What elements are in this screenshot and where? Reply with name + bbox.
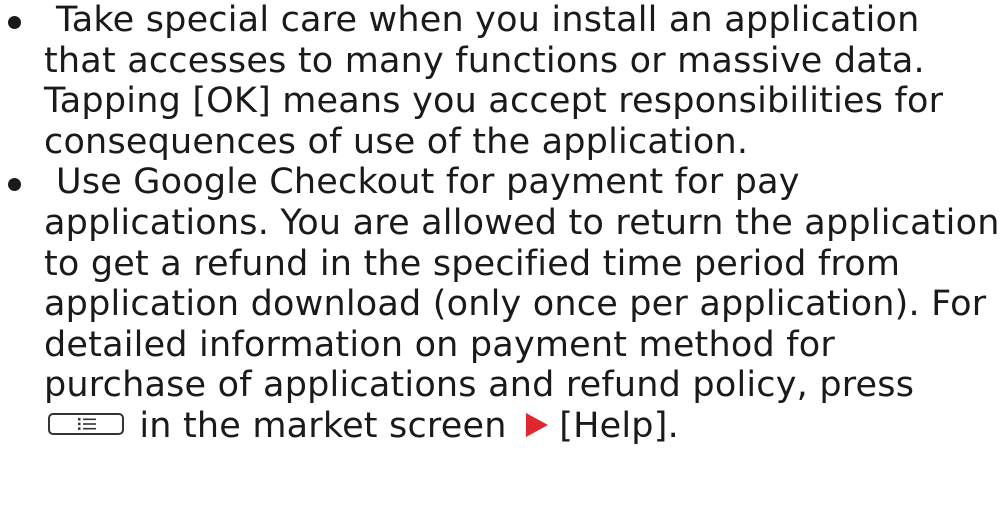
bullet-item-install-care: Take special care when you install an ap… <box>0 0 1002 162</box>
menu-key-icon <box>48 412 124 435</box>
bullet-text-help: [Help]. <box>559 405 679 446</box>
bullet-dot-icon <box>8 178 21 192</box>
bullet-item-google-checkout: Use Google Checkout for payment for pay … <box>0 162 1002 446</box>
bullet-dot-icon <box>8 16 21 29</box>
red-arrow-icon <box>525 412 548 437</box>
bullet-text-install-care: Take special care when you install an ap… <box>44 0 944 162</box>
bullet-list: Take special care when you install an ap… <box>0 0 1002 447</box>
document-body: Take special care when you install an ap… <box>0 0 1002 447</box>
bullet-text-google-checkout: Use Google Checkout for payment for pay … <box>44 162 1000 406</box>
bullet-text-market-screen: in the market screen <box>139 405 507 446</box>
